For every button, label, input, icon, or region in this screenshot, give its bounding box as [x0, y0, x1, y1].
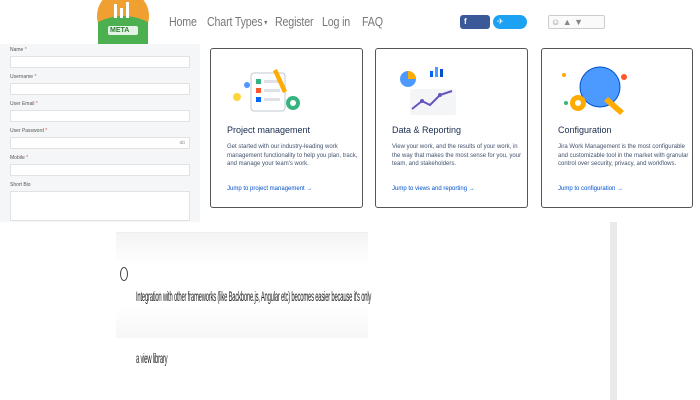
jump-to-project-management-link[interactable]: Jump to project management →: [227, 186, 312, 192]
divider: [610, 222, 617, 400]
username-field[interactable]: [10, 83, 190, 95]
upvote-icon[interactable]: ▲: [563, 17, 572, 27]
username-label: Username *: [10, 74, 37, 80]
jump-to-configuration-link[interactable]: Jump to configuration →: [558, 186, 623, 192]
name-label: Name *: [10, 47, 27, 53]
card-title: Project management: [227, 125, 311, 135]
vote-widget[interactable]: ☺ ▲ ▼: [548, 15, 605, 29]
data-reporting-illustration: [392, 63, 472, 119]
nav-chart-types-label: Chart Types: [207, 14, 263, 29]
nav-login[interactable]: Log in: [322, 14, 350, 29]
answer-option-fragment: Integration with other frameworks (like …: [116, 232, 371, 366]
twitter-share-label: Tweet: [497, 31, 519, 40]
twitter-icon: ✈: [497, 17, 504, 26]
downvote-icon[interactable]: ▼: [574, 17, 583, 27]
caret-down-icon: ▾: [264, 18, 268, 28]
password-toggle[interactable]: ab: [179, 140, 185, 146]
nav-chart-types[interactable]: Chart Types ▾: [207, 14, 267, 29]
card-description: Get started with our industry-leading wo…: [227, 144, 358, 167]
jump-to-views-reporting-link[interactable]: Jump to views and reporting →: [392, 186, 475, 192]
answer-option-text: Integration with other frameworks (like …: [136, 288, 372, 366]
mobile-label: Mobile *: [10, 155, 29, 161]
top-navbar: META Home Chart Types ▾ Register Log in F…: [0, 0, 700, 44]
card-configuration[interactable]: Configuration Jira Work Management is th…: [541, 48, 693, 208]
facebook-share-button[interactable]: f Share: [460, 15, 490, 40]
twitter-share-button[interactable]: ✈ Tweet: [493, 15, 527, 40]
password-label: User Password *: [10, 128, 48, 134]
fragment-background: Integration with other frameworks (like …: [116, 232, 371, 366]
signup-form: Name * Username * User Email * User Pass…: [0, 44, 200, 222]
mobile-field[interactable]: [10, 164, 190, 176]
card-title: Data & Reporting: [392, 125, 462, 135]
nav-faq[interactable]: FAQ: [362, 14, 383, 29]
bio-label: Short Bio: [10, 182, 31, 188]
name-field[interactable]: [10, 56, 190, 68]
bio-textarea[interactable]: [10, 191, 190, 221]
nav-register[interactable]: Register: [275, 14, 314, 29]
card-description: Jira Work Management is the most configu…: [558, 144, 689, 167]
configuration-illustration: [558, 63, 638, 119]
card-title: Configuration: [558, 125, 612, 135]
card-data-reporting[interactable]: Data & Reporting View your work, and the…: [375, 48, 528, 208]
nav-home[interactable]: Home: [169, 14, 197, 29]
avatar-icon: ☺: [551, 17, 561, 27]
radio-button[interactable]: [120, 267, 128, 281]
password-field[interactable]: ab: [10, 137, 190, 149]
card-project-management[interactable]: Project management Get started with our …: [210, 48, 363, 208]
site-logo[interactable]: META: [96, 0, 152, 44]
logo-text: META: [110, 27, 130, 34]
project-management-illustration: [227, 63, 307, 119]
email-label: User Email *: [10, 101, 38, 107]
facebook-share-label: Share: [464, 31, 486, 40]
email-field[interactable]: [10, 110, 190, 122]
card-description: View your work, and the results of your …: [392, 144, 522, 167]
facebook-icon: f: [464, 17, 467, 26]
